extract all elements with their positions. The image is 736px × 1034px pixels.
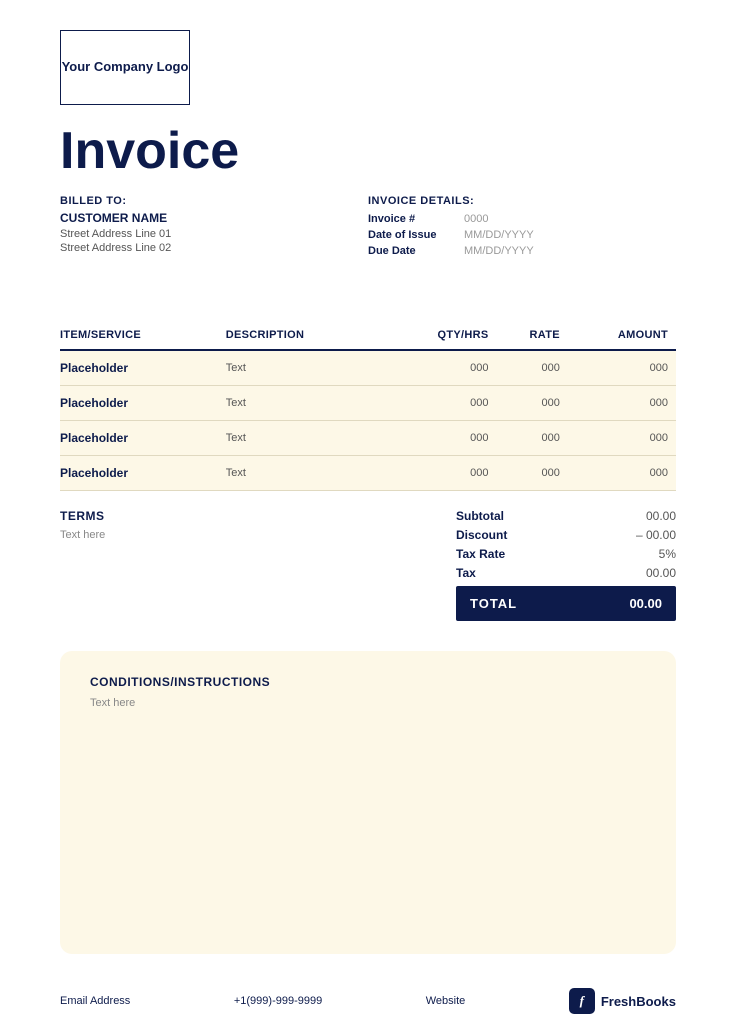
- billing-section: BILLED TO: CUSTOMER NAME Street Address …: [60, 195, 676, 261]
- billed-to-block: BILLED TO: CUSTOMER NAME Street Address …: [60, 195, 368, 261]
- invoice-number-row: Invoice # 0000: [368, 213, 488, 225]
- total-bar: TOTAL 00.00: [456, 586, 676, 621]
- col-header-qty: QTY/HRS: [387, 321, 497, 350]
- table-row: Placeholder Text 000 000 000: [60, 350, 676, 386]
- row-amount-3: 000: [568, 456, 676, 491]
- invoice-title: Invoice: [60, 125, 676, 177]
- total-label: TOTAL: [470, 596, 517, 611]
- address-line-1: Street Address Line 01: [60, 228, 368, 240]
- company-logo: Your Company Logo: [60, 30, 190, 105]
- row-desc-0: Text: [226, 350, 387, 386]
- subtotal-value: 00.00: [621, 509, 676, 523]
- row-item-3: Placeholder: [60, 456, 226, 491]
- customer-name: CUSTOMER NAME: [60, 211, 368, 225]
- row-amount-2: 000: [568, 421, 676, 456]
- row-item-0: Placeholder: [60, 350, 226, 386]
- invoice-details-block: INVOICE DETAILS: Invoice # 0000 Date of …: [368, 195, 676, 261]
- footer: Email Address +1(999)-999-9999 Website f…: [60, 978, 676, 1014]
- table-row: Placeholder Text 000 000 000: [60, 421, 676, 456]
- row-desc-1: Text: [226, 386, 387, 421]
- row-item-1: Placeholder: [60, 386, 226, 421]
- conditions-block: CONDITIONS/INSTRUCTIONS Text here: [60, 651, 676, 954]
- due-date-row: Due Date MM/DD/YYYY: [368, 245, 534, 257]
- table-row: Placeholder Text 000 000 000: [60, 456, 676, 491]
- invoice-number-key: Invoice #: [368, 213, 458, 225]
- row-rate-2: 000: [497, 421, 568, 456]
- row-desc-3: Text: [226, 456, 387, 491]
- tax-rate-label: Tax Rate: [456, 547, 505, 561]
- conditions-title: CONDITIONS/INSTRUCTIONS: [90, 675, 646, 689]
- row-amount-1: 000: [568, 386, 676, 421]
- row-rate-1: 000: [497, 386, 568, 421]
- conditions-text: Text here: [90, 697, 646, 709]
- terms-block: TERMS Text here: [60, 509, 456, 541]
- discount-row: Discount – 00.00: [456, 528, 676, 542]
- col-header-rate: RATE: [497, 321, 568, 350]
- totals-block: Subtotal 00.00 Discount – 00.00 Tax Rate…: [456, 509, 676, 621]
- due-date-key: Due Date: [368, 245, 458, 257]
- date-of-issue-val: MM/DD/YYYY: [464, 229, 534, 241]
- row-amount-0: 000: [568, 350, 676, 386]
- row-item-2: Placeholder: [60, 421, 226, 456]
- items-table-wrapper: ITEM/SERVICE DESCRIPTION QTY/HRS RATE AM…: [60, 321, 676, 491]
- col-header-amount: AMOUNT: [568, 321, 676, 350]
- tax-rate-value: 5%: [621, 547, 676, 561]
- due-date-val: MM/DD/YYYY: [464, 245, 534, 257]
- tax-value: 00.00: [621, 566, 676, 580]
- freshbooks-icon: f: [569, 988, 595, 1014]
- freshbooks-logo: f FreshBooks: [569, 988, 676, 1014]
- invoice-details-label: INVOICE DETAILS:: [368, 195, 474, 207]
- tax-row: Tax 00.00: [456, 566, 676, 580]
- freshbooks-brand: FreshBooks: [601, 994, 676, 1009]
- terms-text: Text here: [60, 529, 426, 541]
- address-line-2: Street Address Line 02: [60, 242, 368, 254]
- row-desc-2: Text: [226, 421, 387, 456]
- col-header-description: DESCRIPTION: [226, 321, 387, 350]
- row-qty-3: 000: [387, 456, 497, 491]
- billed-to-label: BILLED TO:: [60, 195, 368, 207]
- footer-website: Website: [426, 995, 466, 1007]
- items-table: ITEM/SERVICE DESCRIPTION QTY/HRS RATE AM…: [60, 321, 676, 491]
- summary-section: TERMS Text here Subtotal 00.00 Discount …: [60, 509, 676, 621]
- row-qty-1: 000: [387, 386, 497, 421]
- row-rate-3: 000: [497, 456, 568, 491]
- date-of-issue-key: Date of Issue: [368, 229, 458, 241]
- footer-email: Email Address: [60, 995, 130, 1007]
- discount-value: – 00.00: [621, 528, 676, 542]
- footer-phone: +1(999)-999-9999: [234, 995, 322, 1007]
- row-qty-2: 000: [387, 421, 497, 456]
- subtotal-label: Subtotal: [456, 509, 504, 523]
- tax-label: Tax: [456, 566, 476, 580]
- row-qty-0: 000: [387, 350, 497, 386]
- tax-rate-row: Tax Rate 5%: [456, 547, 676, 561]
- row-rate-0: 000: [497, 350, 568, 386]
- date-of-issue-row: Date of Issue MM/DD/YYYY: [368, 229, 534, 241]
- subtotal-row: Subtotal 00.00: [456, 509, 676, 523]
- terms-title: TERMS: [60, 509, 426, 523]
- discount-label: Discount: [456, 528, 507, 542]
- col-header-item: ITEM/SERVICE: [60, 321, 226, 350]
- invoice-number-val: 0000: [464, 213, 488, 225]
- table-row: Placeholder Text 000 000 000: [60, 386, 676, 421]
- total-value: 00.00: [629, 596, 662, 611]
